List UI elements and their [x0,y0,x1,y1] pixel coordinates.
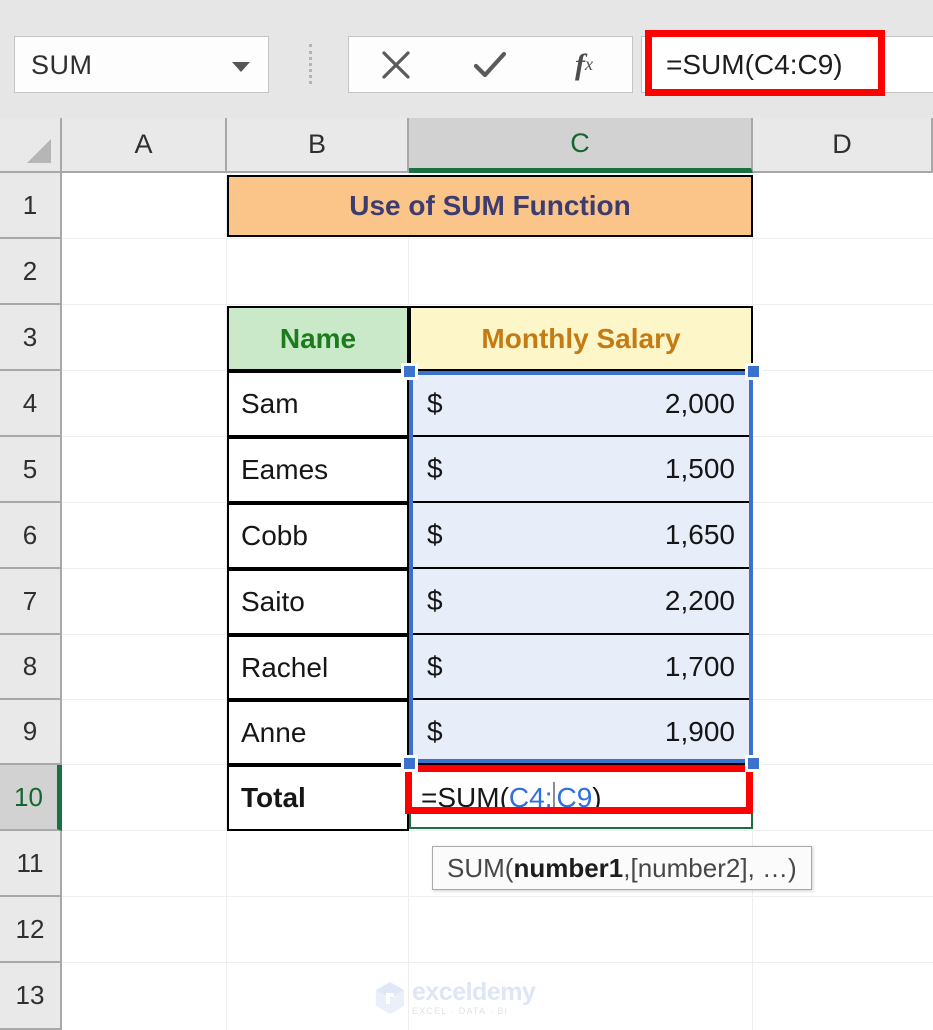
total-label-cell[interactable]: Total [227,765,409,831]
table-row[interactable]: Rachel [227,635,409,700]
exceldemy-logo-icon [376,982,404,1014]
chevron-down-icon[interactable] [232,62,250,72]
selection-handle-top-left[interactable] [401,363,418,380]
fx-icon[interactable]: fx [539,37,629,92]
fx-icon-x: x [585,54,593,74]
table-row[interactable]: $ 2,200 [409,569,753,635]
row-header-1[interactable]: 1 [0,173,62,239]
row-header-12[interactable]: 12 [0,897,62,963]
currency-symbol: $ [427,585,443,616]
table-row[interactable]: $ 1,900 [409,700,753,765]
gridline [62,830,933,831]
currency-symbol: $ [427,388,443,419]
formula-ref-end: C9 [556,782,593,813]
currency-symbol: $ [427,519,443,550]
gridline [62,962,933,963]
salary-amount: 1,650 [664,519,735,550]
cancel-x-icon[interactable] [351,37,441,92]
formula-bar-actions: fx [348,36,633,93]
formula-bar-divider [309,44,315,84]
currency-symbol: $ [427,453,443,484]
function-argument-tooltip: SUM(number1, [number2], …) [432,846,812,890]
watermark-name: exceldemy [412,978,536,1006]
column-header-row: A B C D [0,118,933,173]
tooltip-suffix: , …) [747,852,797,883]
salary-amount: 1,900 [664,715,735,747]
table-row[interactable]: Sam [227,371,409,437]
table-row[interactable]: $ 2,000 [409,371,753,437]
tooltip-arg1: number1 [513,852,624,883]
column-header-a[interactable]: A [62,118,227,173]
gridline [62,896,933,897]
salary-amount: 2,000 [664,388,735,419]
row-header-6[interactable]: 6 [0,503,62,569]
tooltip-prefix: SUM( [447,852,514,883]
sheet-title-cell[interactable]: Use of SUM Function [227,175,753,237]
select-all-button[interactable] [0,118,62,173]
formula-ref-start: C4 [508,782,545,813]
currency-symbol: $ [427,715,443,747]
watermark-text: exceldemy EXCEL · DATA · BI [412,978,536,1016]
text-cursor [553,782,556,814]
column-header-b[interactable]: B [227,118,409,173]
currency-symbol: $ [427,650,443,682]
salary-amount: 1,700 [664,650,735,682]
table-header-monthly-salary[interactable]: Monthly Salary [409,306,753,371]
excel-window: SUM fx =SUM(C4:C9) A B C D 1 2 3 4 5 6 7… [0,0,933,1030]
selection-handle-bottom-right[interactable] [745,755,762,772]
gridline [62,304,933,305]
tooltip-separator: , [623,852,631,883]
formula-colon: : [544,782,553,813]
table-row[interactable]: Cobb [227,503,409,569]
gridline [62,238,933,239]
column-header-d[interactable]: D [753,118,933,173]
tooltip-arg2: [number2] [630,852,748,883]
row-header-13[interactable]: 13 [0,963,62,1030]
row-header-7[interactable]: 7 [0,569,62,635]
salary-amount: 2,200 [664,585,735,616]
formula-prefix: =SUM( [421,782,509,813]
row-header-3[interactable]: 3 [0,305,62,371]
row-header-5[interactable]: 5 [0,437,62,503]
row-header-4[interactable]: 4 [0,371,62,437]
row-header-10[interactable]: 10 [0,765,62,831]
row-header-11[interactable]: 11 [0,831,62,897]
column-header-c[interactable]: C [409,118,753,173]
row-header-9[interactable]: 9 [0,700,62,765]
selection-handle-top-right[interactable] [745,363,762,380]
table-row[interactable]: $ 1,500 [409,437,753,503]
name-box[interactable]: SUM [14,36,269,93]
select-all-triangle-icon [27,139,51,163]
exceldemy-watermark: exceldemy EXCEL · DATA · BI [375,978,565,1018]
row-header-2[interactable]: 2 [0,239,62,305]
formula-suffix: ) [592,782,602,813]
salary-amount: 1,500 [664,453,735,484]
fx-icon-f: f [575,47,585,81]
table-row[interactable]: Eames [227,437,409,503]
name-box-value: SUM [31,50,93,80]
watermark-tagline: EXCEL · DATA · BI [412,1006,509,1016]
enter-check-icon[interactable] [445,37,535,92]
table-row[interactable]: $ 1,700 [409,635,753,700]
selection-handle-bottom-left[interactable] [401,755,418,772]
table-row[interactable]: $ 1,650 [409,503,753,569]
table-row[interactable]: Anne [227,700,409,765]
formula-bar: SUM fx =SUM(C4:C9) [0,0,933,119]
table-header-name[interactable]: Name [227,306,409,371]
total-formula-cell[interactable]: =SUM(C4: C9) [409,767,753,829]
formula-input-value: =SUM(C4:C9) [666,49,843,80]
row-header-8[interactable]: 8 [0,635,62,700]
formula-input[interactable]: =SUM(C4:C9) [641,36,933,93]
table-row[interactable]: Saito [227,569,409,635]
